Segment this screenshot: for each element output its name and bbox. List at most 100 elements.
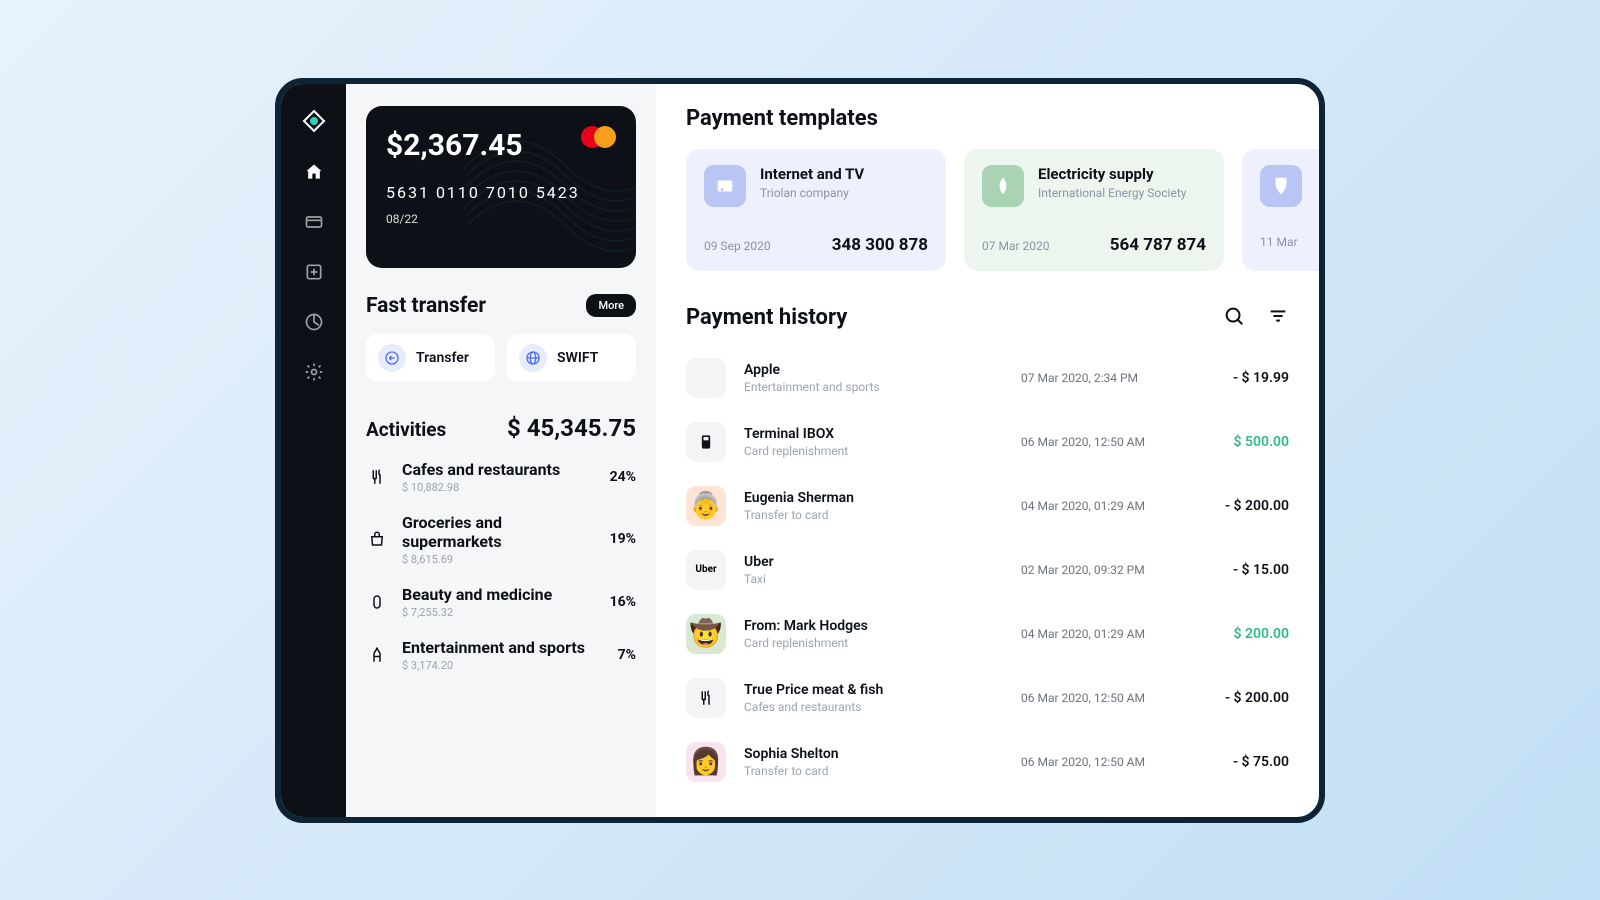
template-icon [704, 165, 746, 207]
template-name: Electricity supply [1038, 165, 1186, 183]
history-category: Transfer to card [744, 508, 1003, 522]
history-merchant: True Price meat & fish [744, 682, 1003, 698]
history-category: Card replenishment [744, 444, 1003, 458]
swift-label: SWIFT [557, 350, 598, 366]
activity-percent: 24% [610, 469, 636, 485]
history-merchant: Eugenia Sherman [744, 490, 1003, 506]
history-date: 06 Mar 2020, 12:50 AM [1021, 691, 1171, 705]
template-subtitle: International Energy Society [1038, 186, 1186, 200]
history-row-icon: Uber [686, 550, 726, 590]
history-merchant: Terminal IBOX [744, 426, 1003, 442]
history-amount: - $ 75.00 [1189, 754, 1289, 770]
history-merchant: Sophia Shelton [744, 746, 1003, 762]
app-window: $2,367.45 5631 0110 7010 5423 08/22 Fast… [275, 78, 1325, 823]
activity-amount: $ 7,255.32 [402, 606, 596, 619]
template-card[interactable]: 11 Mar [1242, 149, 1319, 271]
nav-card-icon[interactable] [303, 211, 325, 233]
transfer-button[interactable]: Transfer [366, 334, 495, 382]
search-icon[interactable] [1223, 305, 1245, 331]
template-name: Internet and TV [760, 165, 864, 183]
activity-icon [366, 644, 388, 666]
swift-button[interactable]: SWIFT [507, 334, 636, 382]
more-button[interactable]: More [586, 294, 636, 317]
template-cards: Internet and TV Triolan company 09 Sep 2… [686, 149, 1319, 271]
history-category: Cafes and restaurants [744, 700, 1003, 714]
history-category: Card replenishment [744, 636, 1003, 650]
history-amount: $ 500.00 [1189, 434, 1289, 450]
history-date: 04 Mar 2020, 01:29 AM [1021, 627, 1171, 641]
template-card[interactable]: Electricity supply International Energy … [964, 149, 1224, 271]
template-subtitle: Triolan company [760, 186, 864, 200]
activity-list: Cafes and restaurants $ 10,882.98 24% Gr… [366, 460, 636, 672]
history-row[interactable]: Terminal IBOX Card replenishment 06 Mar … [686, 411, 1289, 473]
activities-total: $ 45,345.75 [507, 414, 636, 442]
history-row-icon [686, 422, 726, 462]
nav-stats-icon[interactable] [303, 311, 325, 333]
template-number: 564 787 874 [1110, 235, 1206, 255]
history-actions [1223, 305, 1289, 331]
history-category: Entertainment and sports [744, 380, 1003, 394]
history-merchant: From: Mark Hodges [744, 618, 1003, 634]
history-row[interactable]: Uber Uber Taxi 02 Mar 2020, 09:32 PM - $… [686, 539, 1289, 601]
activity-row[interactable]: Beauty and medicine $ 7,255.32 16% [366, 585, 636, 619]
history-date: 02 Mar 2020, 09:32 PM [1021, 563, 1171, 577]
activity-icon [366, 528, 388, 550]
template-date: 09 Sep 2020 [704, 239, 771, 253]
activities-header: Activities $ 45,345.75 [366, 414, 636, 442]
balance-card[interactable]: $2,367.45 5631 0110 7010 5423 08/22 [366, 106, 636, 268]
template-date: 07 Mar 2020 [982, 239, 1050, 253]
transfer-icon [378, 344, 406, 372]
history-merchant: Uber [744, 554, 1003, 570]
history-row[interactable]: 👩 Sophia Shelton Transfer to card 06 Mar… [686, 731, 1289, 793]
history-row-icon: 🤠 [686, 614, 726, 654]
activity-name: Beauty and medicine [402, 585, 596, 604]
activity-percent: 7% [618, 647, 636, 663]
history-category: Transfer to card [744, 764, 1003, 778]
template-card[interactable]: Internet and TV Triolan company 09 Sep 2… [686, 149, 946, 271]
template-icon [1260, 165, 1302, 207]
history-merchant: Apple [744, 362, 1003, 378]
activity-row[interactable]: Cafes and restaurants $ 10,882.98 24% [366, 460, 636, 494]
activity-name: Groceries and supermarkets [402, 513, 596, 551]
main-panel: Payment templates Internet and TV Triola… [656, 84, 1319, 817]
history-row[interactable]: Apple Entertainment and sports 07 Mar 20… [686, 347, 1289, 409]
sidebar [281, 84, 346, 817]
activity-amount: $ 8,615.69 [402, 553, 596, 566]
activity-icon [366, 591, 388, 613]
nav-transfer-icon[interactable] [303, 261, 325, 283]
template-date: 11 Mar [1260, 235, 1298, 249]
activity-row[interactable]: Groceries and supermarkets $ 8,615.69 19… [366, 513, 636, 566]
activity-amount: $ 10,882.98 [402, 481, 596, 494]
activity-percent: 19% [610, 531, 636, 547]
nav-home-icon[interactable] [303, 161, 325, 183]
left-panel: $2,367.45 5631 0110 7010 5423 08/22 Fast… [346, 84, 656, 817]
history-amount: - $ 15.00 [1189, 562, 1289, 578]
template-number: 348 300 878 [832, 235, 928, 255]
history-list: Apple Entertainment and sports 07 Mar 20… [686, 347, 1319, 793]
history-date: 07 Mar 2020, 2:34 PM [1021, 371, 1171, 385]
history-title: Payment history [686, 305, 847, 330]
history-row[interactable]: 🤠 From: Mark Hodges Card replenishment 0… [686, 603, 1289, 665]
fast-transfer-header: Fast transfer More [366, 294, 636, 318]
activity-icon [366, 466, 388, 488]
history-row[interactable]: 👵 Eugenia Sherman Transfer to card 04 Ma… [686, 475, 1289, 537]
transfer-buttons: Transfer SWIFT [366, 334, 636, 382]
activity-name: Cafes and restaurants [402, 460, 596, 479]
history-row-icon: 👵 [686, 486, 726, 526]
activity-percent: 16% [610, 594, 636, 610]
templates-title: Payment templates [686, 106, 1319, 131]
filter-icon[interactable] [1267, 305, 1289, 331]
activity-amount: $ 3,174.20 [402, 659, 604, 672]
card-expiry: 08/22 [386, 212, 616, 226]
activity-row[interactable]: Entertainment and sports $ 3,174.20 7% [366, 638, 636, 672]
activities-title: Activities [366, 418, 446, 441]
history-row-icon: 👩 [686, 742, 726, 782]
nav-settings-icon[interactable] [303, 361, 325, 383]
activity-name: Entertainment and sports [402, 638, 604, 657]
history-date: 04 Mar 2020, 01:29 AM [1021, 499, 1171, 513]
card-balance: $2,367.45 [386, 128, 616, 163]
history-row[interactable]: True Price meat & fish Cafes and restaur… [686, 667, 1289, 729]
history-amount: - $ 200.00 [1189, 498, 1289, 514]
history-date: 06 Mar 2020, 12:50 AM [1021, 755, 1171, 769]
logo-icon [302, 109, 326, 133]
